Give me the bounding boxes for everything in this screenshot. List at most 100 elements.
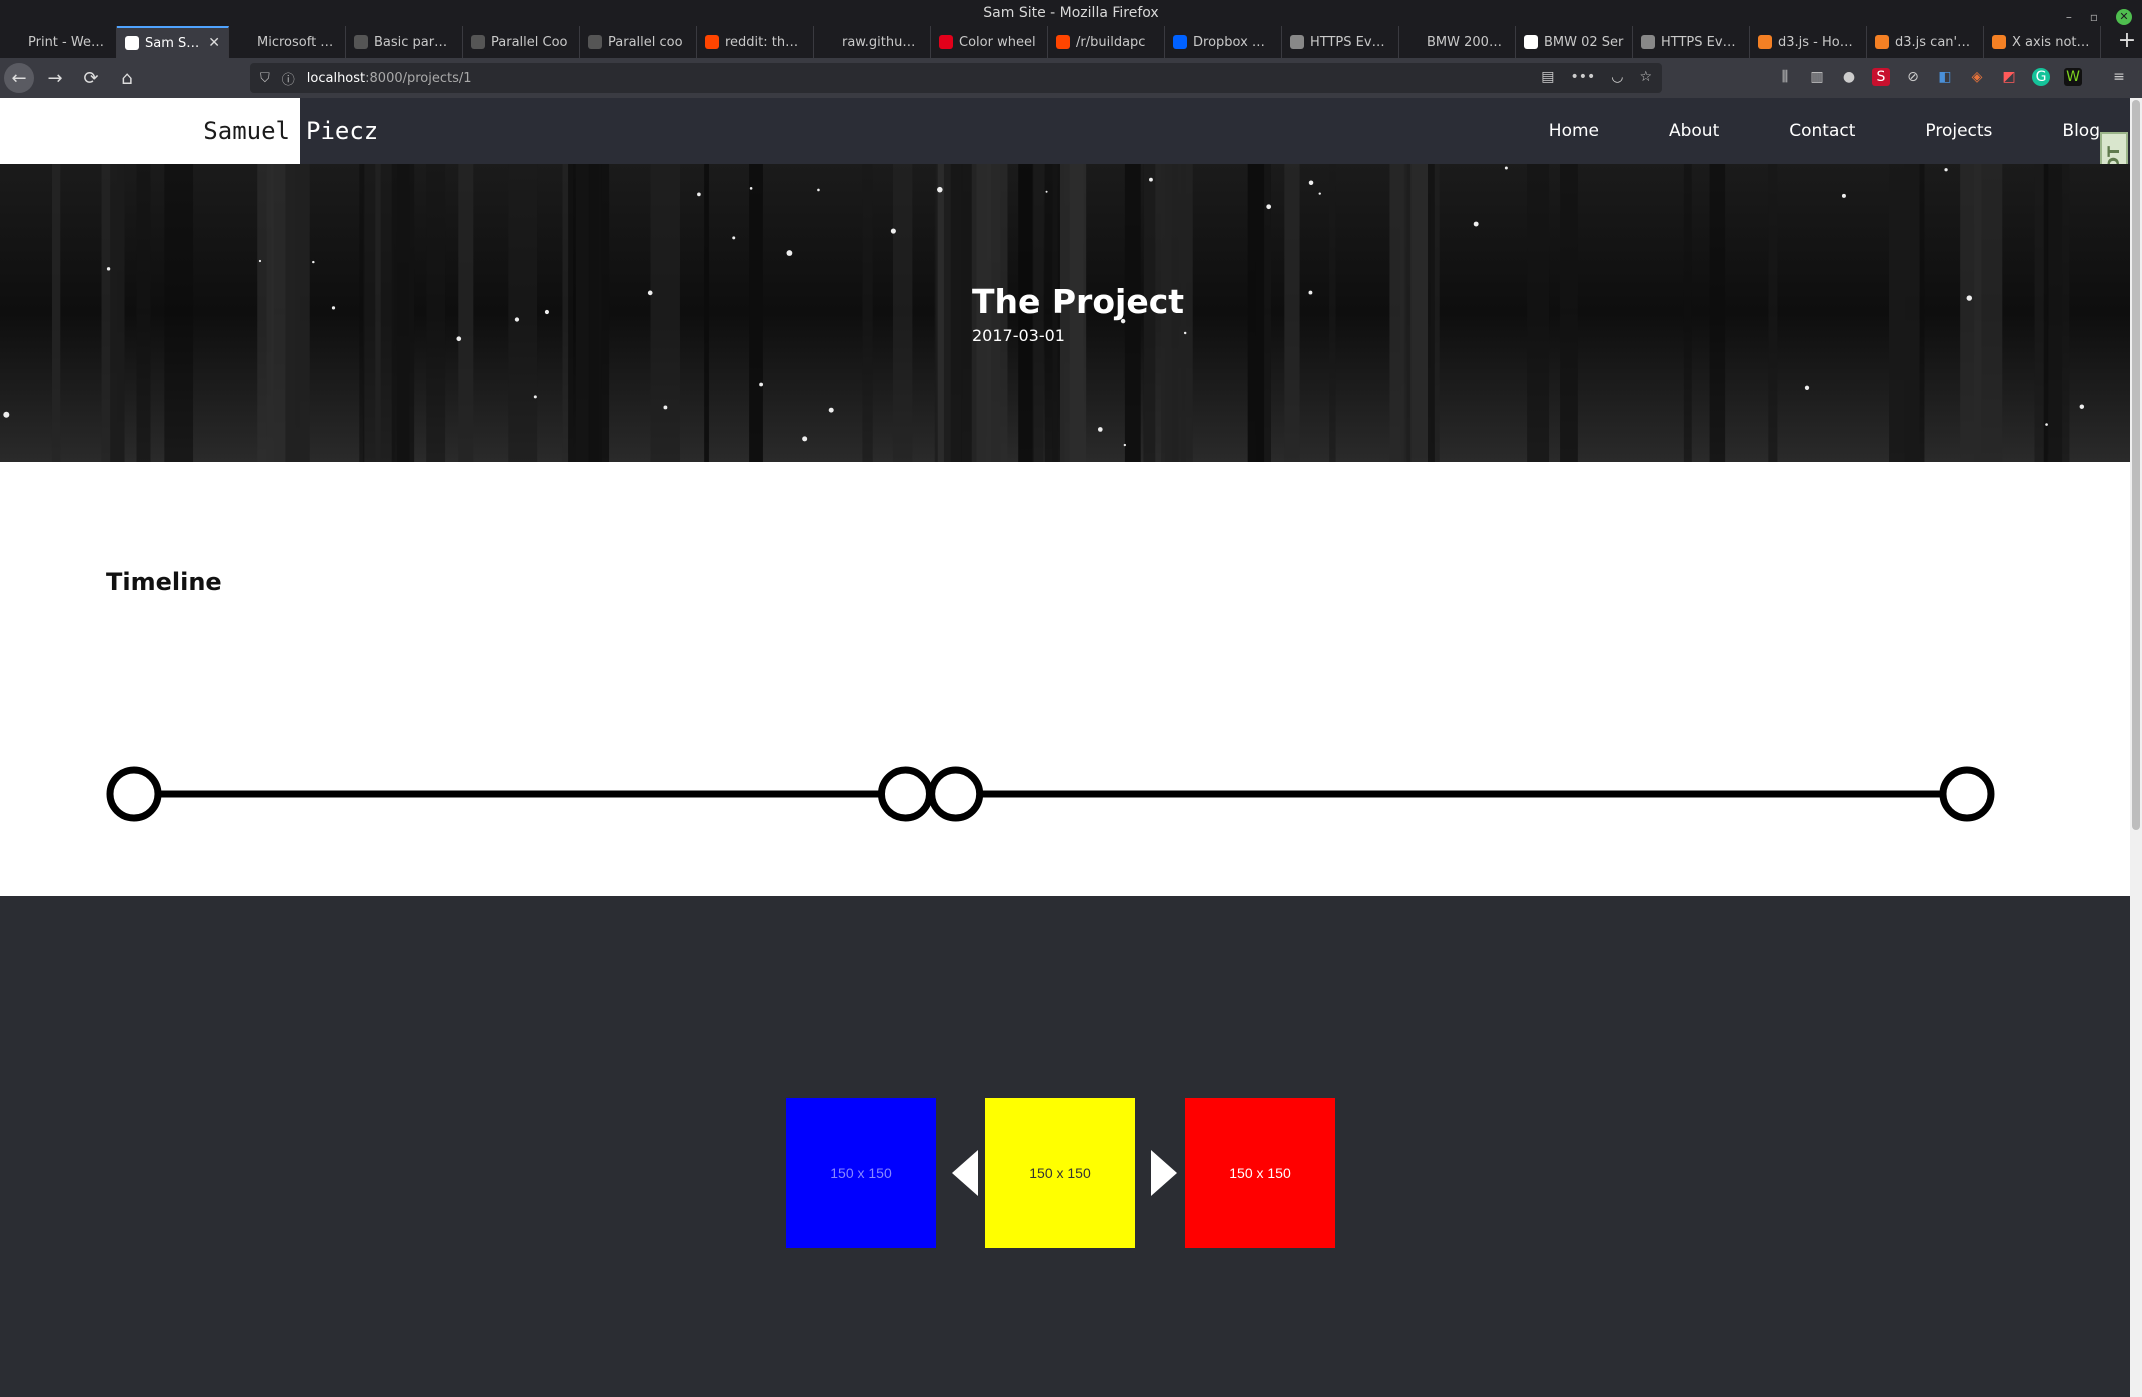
gallery-tile-current[interactable]: 150 x 150 [985,1098,1135,1248]
tab[interactable]: BMW 2002 turb [1399,26,1516,58]
timeline-marker[interactable] [877,766,933,822]
light-speck [1318,192,1321,195]
tab-label: d3.js can't se [1895,34,1975,50]
tab-label: Color wheel [959,34,1036,50]
tab[interactable]: Color wheel [931,26,1048,58]
tree-trunk [749,164,763,462]
page-scrollbar[interactable] [2130,98,2142,1397]
sidebar-icon[interactable]: ▥ [1808,68,1826,86]
light-speck [1504,166,1508,170]
extension-blue-icon[interactable]: ◧ [1936,68,1954,86]
tab[interactable]: BMW 02 Ser [1516,26,1633,58]
new-tab-button[interactable]: + [2112,26,2142,58]
tab[interactable]: Dropbox Sto [1165,26,1282,58]
tab[interactable]: d3.js can't se [1867,26,1984,58]
timeline-marker[interactable] [1939,766,1995,822]
nav-link-blog[interactable]: Blog [2062,121,2100,141]
pocket-icon[interactable]: ◡ [1611,69,1623,85]
shield-icon[interactable]: ⛉ [260,71,270,86]
timeline-chart [106,766,1995,822]
bookmark-star-icon[interactable]: ☆ [1639,69,1652,85]
project-date: 2017-03-01 [972,326,1065,345]
gallery-prev-arrow[interactable] [952,1150,978,1196]
light-speck [937,186,943,193]
nav-link-about[interactable]: About [1669,121,1719,141]
tab-favicon-icon [1056,35,1070,49]
tab[interactable]: d3.js - How t [1750,26,1867,58]
site-logo[interactable]: Samuel Piecz [0,98,378,164]
light-speck [1123,443,1127,447]
back-button[interactable]: ← [4,63,34,93]
menu-icon[interactable]: ≡ [2110,68,2128,86]
reload-button[interactable]: ⟳ [76,63,106,93]
tab[interactable]: Microsoft Word [229,26,346,58]
timeline-section: Timeline [0,462,2130,896]
nav-link-home[interactable]: Home [1549,121,1599,141]
nav-link-projects[interactable]: Projects [1925,121,1992,141]
blocker-icon[interactable]: ⊘ [1904,68,1922,86]
close-window-icon[interactable]: ✕ [2116,9,2132,25]
address-bar[interactable]: ⛉ ⓘ localhost:8000/projects/1 ▤ ••• ◡ ☆ [250,63,1662,93]
light-speck [514,317,520,322]
tab[interactable]: HTTPS Every [1282,26,1399,58]
extension-red-icon[interactable]: ◩ [2000,68,2018,86]
gallery-next-arrow[interactable] [1151,1150,1177,1196]
nav-link-contact[interactable]: Contact [1789,121,1855,141]
tab-label: HTTPS Every [1310,34,1390,50]
info-icon[interactable]: ⓘ [282,69,295,88]
tab[interactable]: /r/buildapc [1048,26,1165,58]
gallery-tile-previous[interactable]: 150 x 150 [786,1098,936,1248]
light-speck [544,309,550,315]
tab-label: d3.js - How t [1778,34,1858,50]
extension-w-icon[interactable]: W [2064,68,2082,86]
timeline-marker[interactable] [928,766,984,822]
tree-trunk [588,164,610,462]
tree-trunk [362,164,395,462]
extension-s-icon[interactable]: S [1872,68,1890,86]
gallery-tile-label: 150 x 150 [830,1165,892,1181]
tab-active[interactable]: Sam Site ✕ [117,26,229,58]
light-speck [697,192,701,197]
tab-bar: Print - Website Sam Site ✕ Microsoft Word Ba… [0,26,2142,58]
reader-view-icon[interactable]: ▤ [1541,69,1554,85]
library-icon[interactable]: ⫼ [1776,68,1794,86]
scrollbar-thumb[interactable] [2132,100,2140,830]
account-icon[interactable]: ● [1840,68,1858,86]
tab-favicon-icon [705,35,719,49]
tree-trunk [704,164,709,462]
timeline-marker[interactable] [106,766,162,822]
light-speck [1183,331,1187,335]
grammarly-icon[interactable]: G [2032,68,2050,86]
tree-trunk [426,164,446,462]
tab[interactable]: raw.githubuserc [814,26,931,58]
page-viewport: Samuel Piecz Home About Contact Projects… [0,98,2130,1397]
home-button[interactable]: ⌂ [112,63,142,93]
forward-button[interactable]: → [40,63,70,93]
tree-trunk [1960,164,1982,462]
tree-trunk [862,164,873,462]
gallery-tile-next[interactable]: 150 x 150 [1185,1098,1335,1248]
tab-label: /r/buildapc [1076,34,1146,50]
extension-orange-icon[interactable]: ◈ [1968,68,1986,86]
tab[interactable]: HTTPS Every [1633,26,1750,58]
tree-trunk [1560,164,1578,462]
tree-trunk [458,164,474,462]
tab-favicon-icon [8,35,22,49]
tab[interactable]: Parallel coo [580,26,697,58]
tab-favicon-icon [939,35,953,49]
tab[interactable]: Print - Website [0,26,117,58]
tab[interactable]: Basic paralle [346,26,463,58]
light-speck [106,267,111,271]
light-speck [331,306,336,310]
tab-label: Parallel coo [608,34,683,50]
tab[interactable]: X axis not di [1984,26,2101,58]
light-speck [647,290,653,296]
tab-close-icon[interactable]: ✕ [208,35,220,51]
light-speck [1841,193,1846,198]
light-speck [1045,190,1048,193]
tab-label: X axis not di [2012,34,2092,50]
page-actions-icon[interactable]: ••• [1570,69,1595,85]
light-speck [1266,204,1272,210]
tab[interactable]: Parallel Coo [463,26,580,58]
tab[interactable]: reddit: the fr [697,26,814,58]
